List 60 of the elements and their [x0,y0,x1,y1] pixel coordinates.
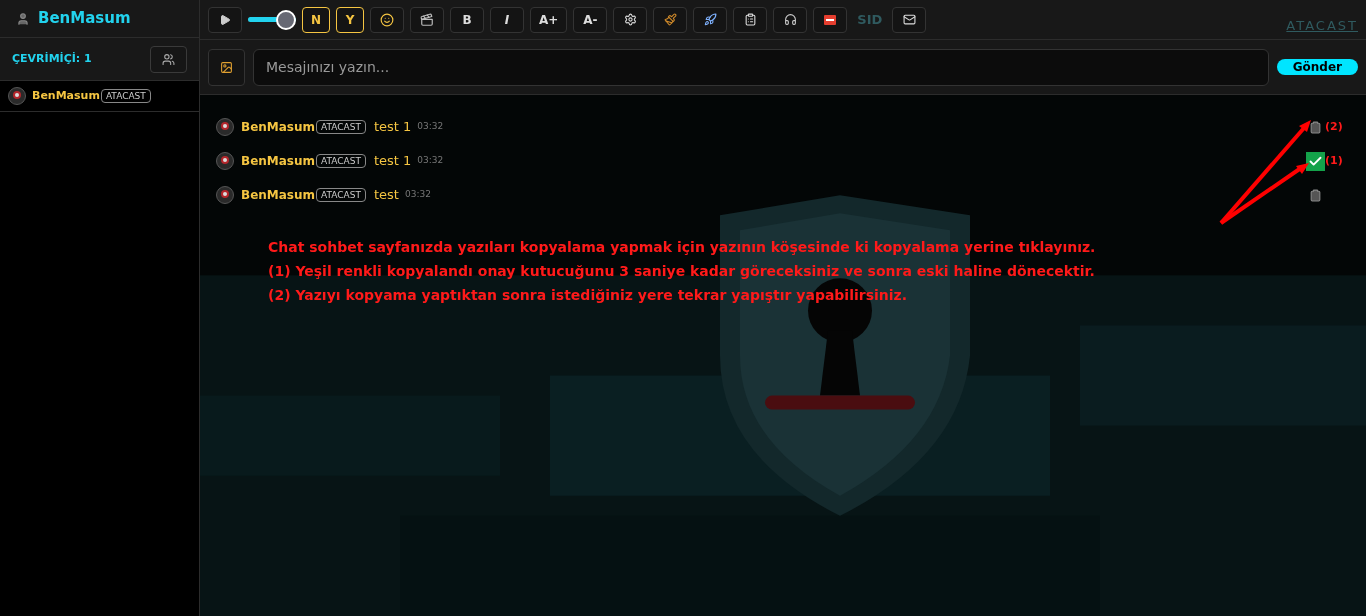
step-marker: (1) [1325,152,1343,169]
clapperboard-icon [420,12,434,27]
image-icon [220,60,233,74]
user-badge: ATACAST [316,188,366,202]
clipboard-button[interactable] [733,6,768,33]
annotation-text: (1) Yeşil renkli kopyalandı onay kutucuğunu 3 saniye kadar göreceksiniz ve sonra eski haline dönecektir. [268,262,1096,281]
author-name: BenMasum [241,119,316,136]
card-icon [824,14,837,25]
clipboard-icon [743,13,757,26]
user-badge: ATACAST [100,89,151,103]
avatar-icon [8,87,26,105]
volume-slider[interactable] [248,8,296,31]
volume-thumb[interactable] [276,9,296,30]
message-time: 03:32 [417,120,444,134]
users-icon [162,52,175,66]
format-button[interactable]: A+ [530,6,568,33]
image-button[interactable] [208,48,245,86]
users-button[interactable] [150,45,187,73]
message-text: test [374,186,399,205]
author-name: BenMasum [241,153,316,170]
format-button[interactable]: A- [573,6,608,33]
message-text: test 1 [374,118,412,137]
play-button[interactable] [208,6,242,33]
message-time: 03:32 [404,188,431,202]
headphones-button[interactable] [773,6,808,33]
rocket-icon [703,13,717,26]
format-button[interactable]: I [490,6,524,33]
brush-icon [663,13,677,26]
headphones-icon [783,13,797,26]
send-button[interactable]: Gönder [1276,59,1358,75]
message-input[interactable]: Mesajınızı yazın... [253,48,1269,86]
video-button[interactable] [410,6,444,33]
avatar-icon [216,152,234,170]
play-icon [219,13,231,26]
settings-button[interactable] [613,6,648,33]
card-button[interactable] [813,6,848,33]
annotation-text: (2) Yazıyı kopyama yaptıktan sonra istediğiniz yere tekrar yapıştır yapabilirsiniz. [268,286,909,305]
settings-icon [623,13,637,26]
step-marker: (2) [1325,118,1343,135]
user-badge: ATACAST [316,154,366,168]
message-text: test 1 [374,152,412,171]
toggle-button[interactable]: N [302,6,330,33]
toggle-button[interactable]: Y [336,6,364,33]
username: BenMasum [38,8,131,30]
avatar-icon [216,186,234,204]
avatar-icon [216,118,234,136]
annotation-text: Chat sohbet sayfanızda yazıları kopyalama yapmak için yazının köşesinde ki kopyalama yerine tıklayınız. [268,238,1097,257]
mail-icon [902,13,916,26]
person-icon [16,11,30,26]
mail-button[interactable] [892,6,927,33]
smile-icon [380,12,394,27]
message-time: 03:32 [417,154,444,168]
user-badge: ATACAST [316,120,366,134]
author-name: BenMasum [241,187,316,204]
brush-button[interactable] [653,6,688,33]
format-button[interactable]: B [450,6,484,33]
emoji-button[interactable] [370,6,404,33]
user-name: BenMasum [32,87,100,104]
rocket-button[interactable] [693,6,728,33]
online-count: ÇEVRİMİÇİ: 1 [12,50,92,67]
